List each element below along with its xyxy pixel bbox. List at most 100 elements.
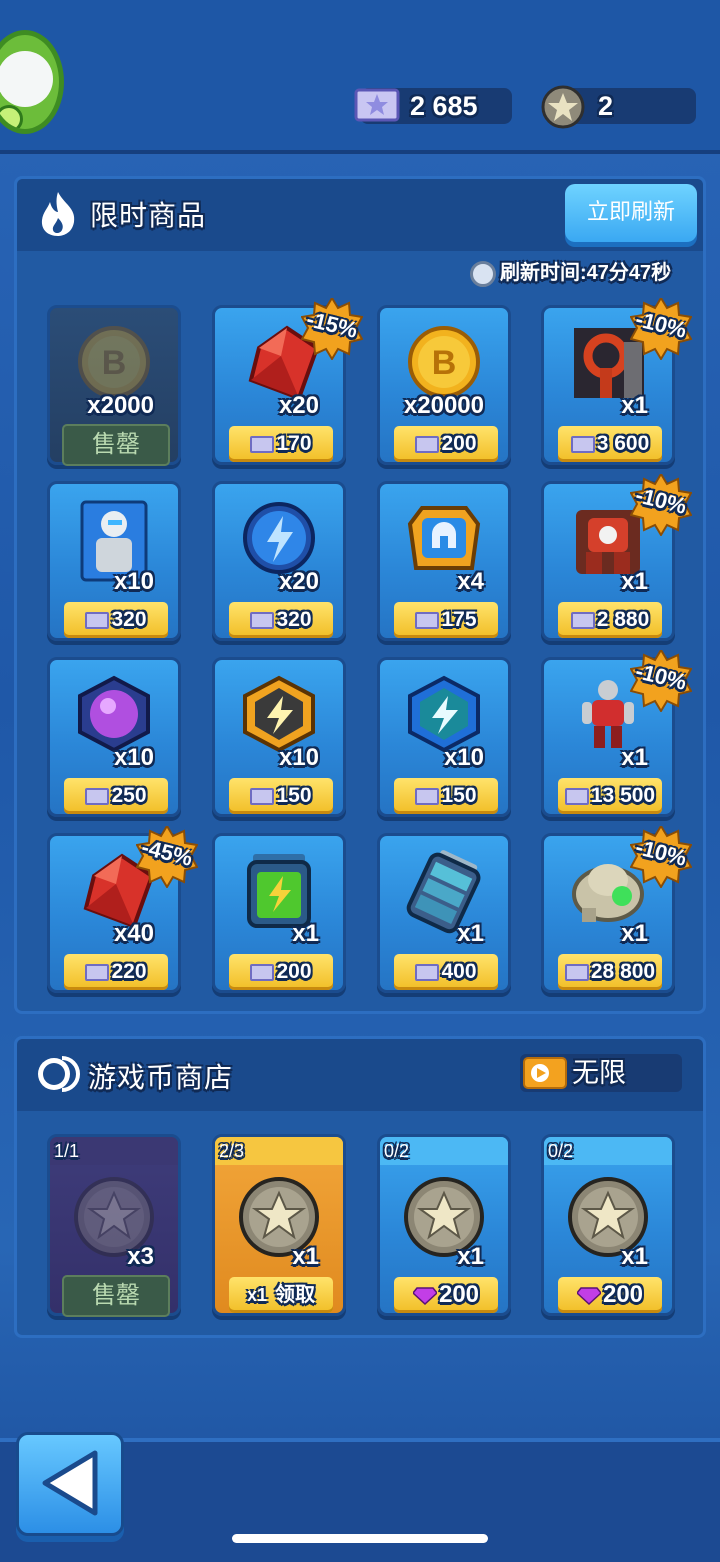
discount-badge: -45% [135,824,199,889]
ticket-icon [250,787,275,805]
price-button[interactable]: 200 [394,1277,498,1313]
star-count: 2 [598,91,614,121]
shop-item-card[interactable]: Bx20000 200 [377,305,511,465]
shop-item-card[interactable]: x1 3 600 -10% [541,296,693,465]
ticket-icon [570,611,595,629]
price-value: 150 [441,784,477,807]
back-arrow-icon [42,1450,98,1516]
shop-item-card[interactable]: x1 400 [377,833,511,993]
item-quantity: x1 [621,920,648,947]
ticket-icon [85,963,110,981]
slot-count: 1/1 [50,1137,178,1165]
price-button[interactable]: 320 [229,602,333,638]
item-quantity: x1 [621,568,648,595]
ticket-icon [415,787,440,805]
coin-store-slot[interactable]: 0/2 x1 200 [541,1134,675,1316]
coin-store-slot[interactable]: 1/1 x3 售罄 [47,1134,181,1317]
item-quantity: x40 [113,920,154,947]
claim-count: x1 [246,1285,268,1305]
shop-item-card[interactable]: x4 175 [377,481,511,641]
price-value: 28 800 [590,960,656,983]
item-quantity: x1 [292,920,319,947]
price-button[interactable]: 200 [229,954,333,990]
discount-badge: -15% [300,296,364,361]
item-quantity: x10 [113,568,154,595]
shop-item-card[interactable]: x1 200 [212,833,346,993]
purple-gem-icon [575,1287,602,1306]
fire-icon [41,192,75,236]
price-button[interactable]: 2 880 [558,602,662,638]
claim-label: 领取 [275,1284,316,1306]
shop-item-card[interactable]: x40 220 -45% [47,824,199,993]
ticket-icon [570,435,595,453]
refresh-label: 刷新时间: [500,262,587,284]
claim-button[interactable]: x1 领取 [229,1277,333,1313]
ticket-balance: 2 685 [354,88,512,124]
limited-title: 限时商品 [90,200,207,231]
price-button[interactable]: 150 [229,778,333,814]
price-button[interactable]: 3 600 [558,426,662,462]
slot-count: 0/2 [380,1137,508,1165]
ticket-icon [354,88,400,122]
shop-item-card[interactable]: x10 150 [377,657,511,817]
shop-item-card[interactable]: x1 13 500 -10% [541,648,693,817]
item-quantity: x1 [621,392,648,419]
price-button[interactable]: 200 [558,1277,662,1313]
price-value: 13 500 [590,784,656,807]
shop-item-card[interactable]: x10 150 [212,657,346,817]
unlimited-label: 无限 [572,1058,626,1088]
price-button[interactable]: 250 [64,778,168,814]
shop-item-card[interactable]: x1 2 880 -10% [541,472,693,641]
back-button[interactable] [16,1432,124,1536]
ticket-icon [85,611,110,629]
price-button[interactable]: 150 [394,778,498,814]
price-button[interactable]: 170 [229,426,333,462]
shop-item-card[interactable]: x10 320 [47,481,181,641]
svg-text:B: B [102,344,127,382]
sold-out-tag: 售罄 [62,424,170,466]
price-value: 2 880 [596,608,650,631]
price-button[interactable]: 220 [64,954,168,990]
shop-item-card[interactable]: x10 250 [47,657,181,817]
slot-count: 2/3 [215,1137,343,1165]
item-quantity: x2000 [87,392,154,419]
coin-store-title: 游戏币商店 [88,1062,234,1093]
price-value: 400 [441,960,477,983]
coin-store-slot[interactable]: 0/2 x1 200 [377,1134,511,1316]
ticket-icon [415,435,440,453]
orange-ticket-icon [523,1057,567,1089]
price-button[interactable]: 200 [394,426,498,462]
shop-item-card[interactable]: Bx2000 售罄 [47,305,181,466]
ticket-icon [250,963,275,981]
unlimited-badge: 无限 [520,1054,682,1092]
shop-item-card[interactable]: x20 320 [212,481,346,641]
refresh-now-button[interactable]: 立即刷新 [565,184,697,242]
shop-item-card[interactable]: x20 170 -15% [212,296,364,465]
shop-item-card[interactable]: x1 28 800 -10% [541,824,693,993]
coin-store-slot[interactable]: 2/3 x1 x1 领取 [212,1134,346,1316]
price-value: 170 [276,432,312,455]
ticket-icon [250,611,275,629]
home-indicator [232,1534,488,1543]
item-quantity: x1 [457,920,484,947]
price-button[interactable]: 28 800 [558,954,662,990]
price-button[interactable]: 400 [394,954,498,990]
price-button[interactable]: 175 [394,602,498,638]
price-button[interactable]: 13 500 [558,778,662,814]
item-quantity: x10 [113,744,154,771]
item-quantity: x4 [457,568,484,595]
price-value: 320 [276,608,312,631]
ticket-icon [415,963,440,981]
item-quantity: x1 [621,1243,648,1270]
coin-stack-icon [38,1056,80,1092]
item-quantity: x20 [278,392,319,419]
item-quantity: x1 [292,1243,319,1270]
top-bar [0,0,720,154]
price-button[interactable]: 320 [64,602,168,638]
refresh-timer: 刷新时间:47分47秒 [470,256,671,290]
item-quantity: x3 [127,1243,154,1270]
item-quantity: x10 [443,744,484,771]
slot-count: 0/2 [544,1137,672,1165]
sold-out-tag: 售罄 [62,1275,170,1317]
svg-text:B: B [432,344,457,382]
